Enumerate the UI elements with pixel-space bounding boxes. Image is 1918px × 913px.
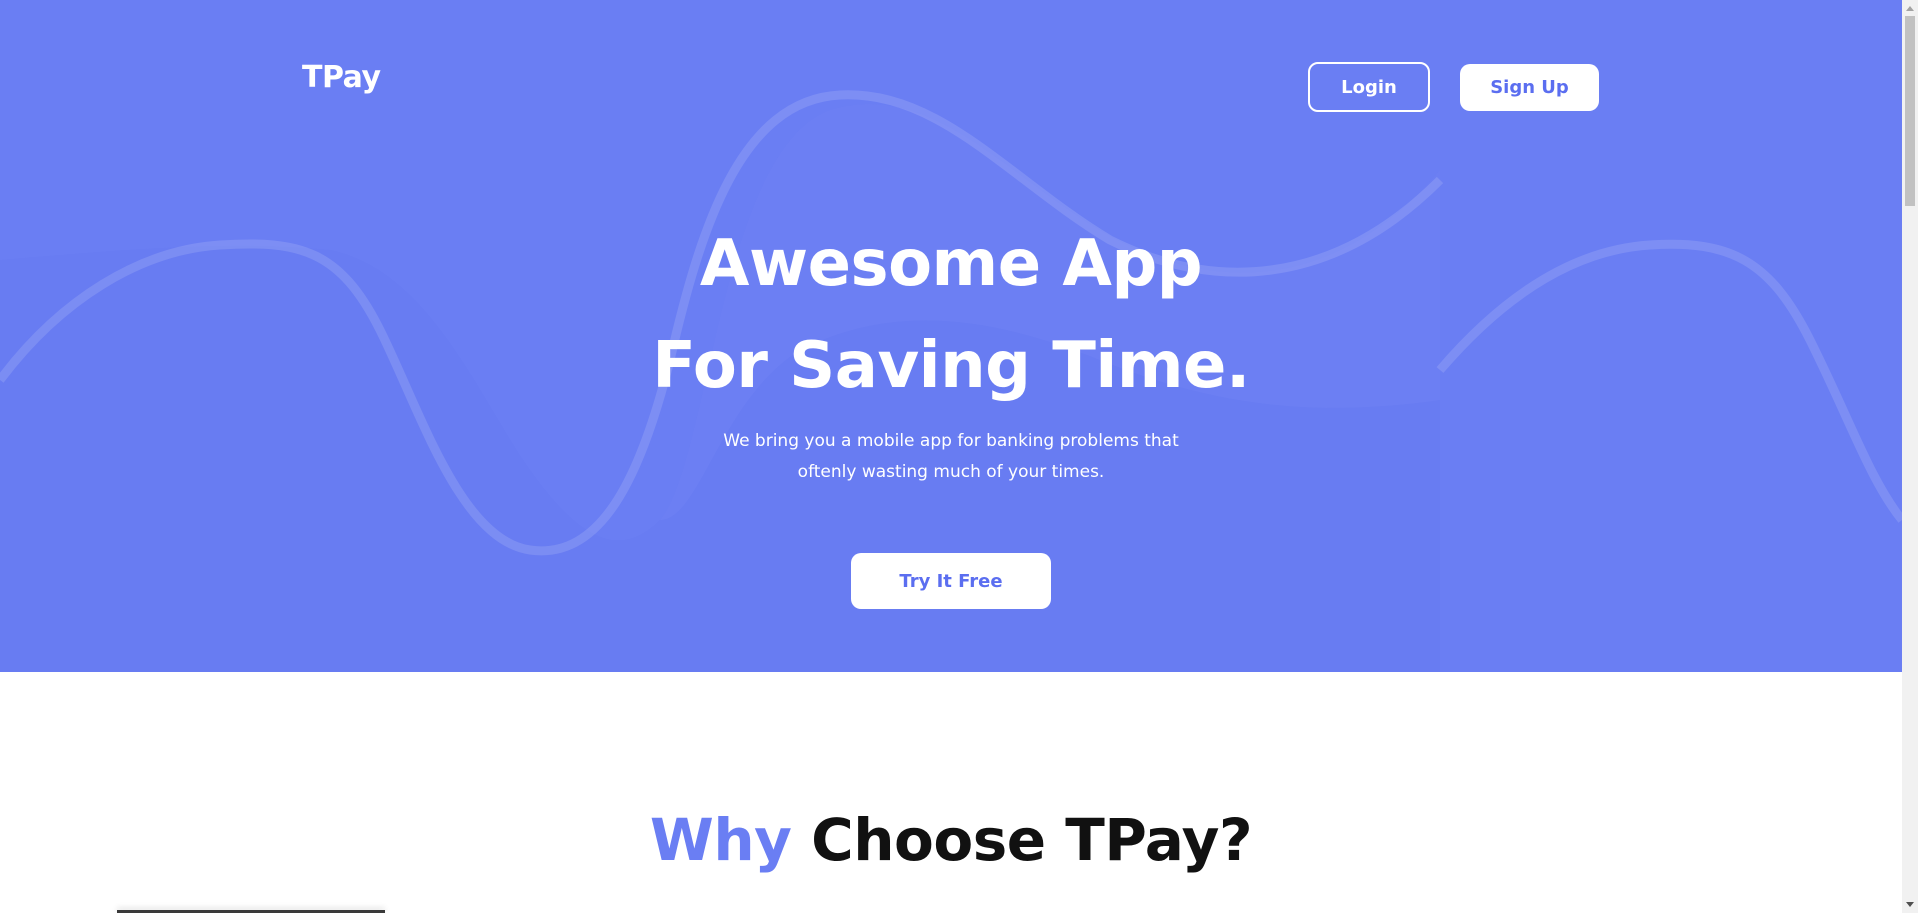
hero-subtitle-line-1: We bring you a mobile app for banking pr…: [723, 431, 1179, 451]
page-scrollbar[interactable]: [1902, 0, 1918, 913]
scrollbar-thumb[interactable]: [1905, 16, 1915, 206]
why-choose-heading: Why Choose TPay?: [0, 800, 1902, 880]
brand-logo[interactable]: TPay: [302, 60, 381, 95]
hero-subtitle-line-2: oftenly wasting much of your times.: [797, 462, 1105, 482]
why-choose-heading-accent: Why: [649, 806, 792, 874]
hero-subtitle: We bring you a mobile app for banking pr…: [0, 426, 1902, 488]
hero-title-line-2: For Saving Time.: [652, 329, 1250, 403]
signup-button[interactable]: Sign Up: [1460, 64, 1599, 111]
chevron-up-icon[interactable]: [1902, 0, 1918, 16]
landing-page: TPay Login Sign Up Awesome App For Savin…: [0, 0, 1918, 913]
why-choose-heading-rest: Choose TPay?: [791, 806, 1253, 874]
hero-title-line-1: Awesome App: [699, 227, 1203, 301]
hero-section: TPay Login Sign Up Awesome App For Savin…: [0, 0, 1902, 672]
chevron-down-icon[interactable]: [1902, 897, 1918, 913]
try-it-free-button[interactable]: Try It Free: [851, 553, 1051, 609]
login-button[interactable]: Login: [1308, 62, 1430, 112]
